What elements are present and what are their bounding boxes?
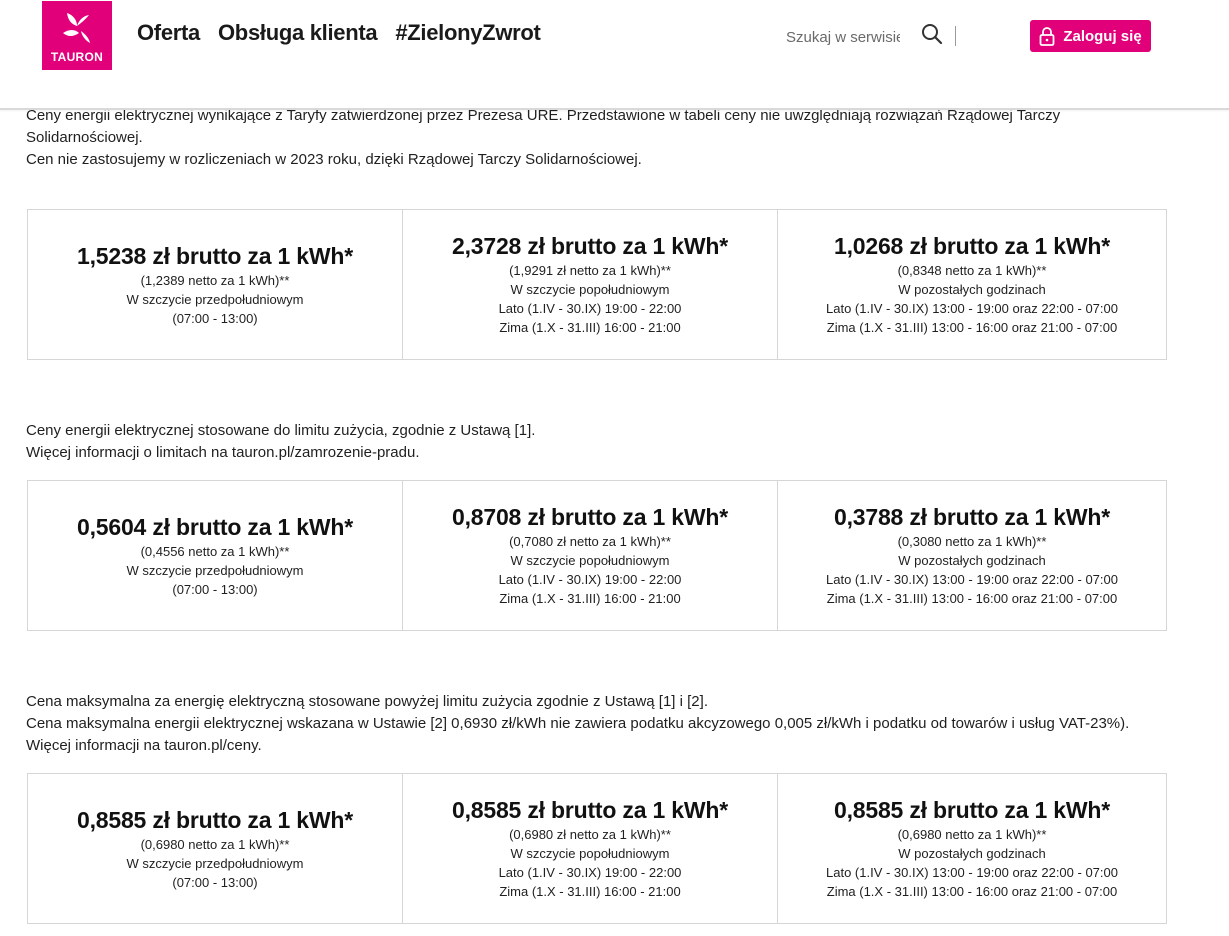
price-net: (0,7080 zł netto za 1 kWh)** — [509, 534, 671, 549]
price-value: 1,0268 zł brutto za 1 kWh* — [834, 233, 1110, 259]
price-period: W szczycie popołudniowym — [510, 553, 670, 568]
search-icon[interactable] — [921, 23, 943, 45]
logo-text: TAURON — [50, 50, 104, 64]
login-button[interactable]: Zaloguj się — [1030, 20, 1151, 52]
price-winter-hours: Zima (1.X - 31.III) 16:00 - 21:00 — [499, 884, 681, 899]
price-value: 0,8585 zł brutto za 1 kWh* — [834, 797, 1110, 823]
price-period: W pozostałych godzinach — [898, 846, 1046, 861]
price-value: 0,3788 zł brutto za 1 kWh* — [834, 504, 1110, 530]
price-table-1: 1,5238 zł brutto za 1 kWh* (1,2389 netto… — [27, 209, 1167, 360]
price-cell: 0,8585 zł brutto za 1 kWh* (0,6980 netto… — [778, 774, 1166, 923]
price-net: (0,6980 netto za 1 kWh)** — [897, 827, 1047, 842]
price-net: (0,8348 netto za 1 kWh)** — [897, 263, 1047, 278]
price-cell: 0,8585 zł brutto za 1 kWh* (0,6980 netto… — [28, 774, 403, 923]
login-label: Zaloguj się — [1063, 27, 1142, 45]
price-cell: 2,3728 zł brutto za 1 kWh* (1,9291 zł ne… — [403, 210, 778, 359]
price-table-3: 0,8585 zł brutto za 1 kWh* (0,6980 netto… — [27, 773, 1167, 924]
price-net: (0,6980 zł netto za 1 kWh)** — [509, 827, 671, 842]
price-period: W szczycie popołudniowym — [510, 282, 670, 297]
price-winter-hours: Zima (1.X - 31.III) 16:00 - 21:00 — [499, 591, 681, 606]
price-table-2: 0,5604 zł brutto za 1 kWh* (0,4556 netto… — [27, 480, 1167, 631]
price-net: (0,4556 netto za 1 kWh)** — [140, 543, 290, 559]
section-2-text-2: Więcej informacji o limitach na tauron.p… — [26, 444, 420, 461]
price-net: (0,3080 netto za 1 kWh)** — [897, 534, 1047, 549]
price-summer-hours: Lato (1.IV - 30.IX) 19:00 - 22:00 — [498, 865, 682, 880]
tauron-logo-icon — [63, 13, 90, 43]
price-net: (1,2389 netto za 1 kWh)** — [140, 272, 290, 288]
price-period: W pozostałych godzinach — [898, 282, 1046, 297]
price-cell: 1,5238 zł brutto za 1 kWh* (1,2389 netto… — [28, 210, 403, 359]
price-hours: (07:00 - 13:00) — [172, 581, 258, 597]
section-2-text-1: Ceny energii elektrycznej stosowane do l… — [26, 422, 536, 439]
price-period: W szczycie popołudniowym — [510, 846, 670, 861]
price-period: W szczycie przedpołudniowym — [126, 562, 304, 578]
price-value: 2,3728 zł brutto za 1 kWh* — [452, 233, 728, 259]
section-3-text-3: Więcej informacji na tauron.pl/ceny. — [26, 737, 262, 754]
section-3-description: Cena maksymalna za energię elektryczną s… — [26, 691, 1166, 757]
price-hours: (07:00 - 13:00) — [172, 310, 258, 326]
price-summer-hours: Lato (1.IV - 30.IX) 13:00 - 19:00 oraz 2… — [826, 865, 1118, 880]
price-summer-hours: Lato (1.IV - 30.IX) 19:00 - 22:00 — [498, 301, 682, 316]
price-summer-hours: Lato (1.IV - 30.IX) 19:00 - 22:00 — [498, 572, 682, 587]
price-period: W szczycie przedpołudniowym — [126, 855, 304, 871]
tauron-logo[interactable]: TAURON — [42, 1, 112, 70]
price-value: 1,5238 zł brutto za 1 kWh* — [77, 242, 353, 269]
price-winter-hours: Zima (1.X - 31.III) 16:00 - 21:00 — [499, 320, 681, 335]
nav-zielony-zwrot[interactable]: #ZielonyZwrot — [395, 20, 541, 46]
site-header: TAURON Oferta Obsługa klienta #ZielonyZw… — [0, 0, 1229, 110]
nav-oferta[interactable]: Oferta — [137, 20, 200, 46]
price-winter-hours: Zima (1.X - 31.III) 13:00 - 16:00 oraz 2… — [826, 591, 1118, 606]
price-period: W pozostałych godzinach — [898, 553, 1046, 568]
section-3-text-2: Cena maksymalna energii elektrycznej wsk… — [26, 715, 1130, 732]
price-cell: 0,5604 zł brutto za 1 kWh* (0,4556 netto… — [28, 481, 403, 630]
section-2-description: Ceny energii elektrycznej stosowane do l… — [26, 420, 1166, 464]
price-summer-hours: Lato (1.IV - 30.IX) 13:00 - 19:00 oraz 2… — [826, 301, 1118, 316]
price-net: (0,6980 netto za 1 kWh)** — [140, 836, 290, 852]
section-3-text-1: Cena maksymalna za energię elektryczną s… — [26, 693, 708, 710]
search-input[interactable] — [786, 24, 900, 50]
price-summer-hours: Lato (1.IV - 30.IX) 13:00 - 19:00 oraz 2… — [826, 572, 1118, 587]
price-cell: 0,8585 zł brutto za 1 kWh* (0,6980 zł ne… — [403, 774, 778, 923]
main-nav: Oferta Obsługa klienta #ZielonyZwrot — [137, 20, 541, 46]
section-1-text-1: Ceny energii elektrycznej wynikające z T… — [26, 107, 1061, 146]
price-period: W szczycie przedpołudniowym — [126, 291, 304, 307]
lock-icon — [1039, 27, 1055, 46]
price-hours: (07:00 - 13:00) — [172, 874, 258, 890]
price-value: 0,5604 zł brutto za 1 kWh* — [77, 513, 353, 540]
price-value: 0,8708 zł brutto za 1 kWh* — [452, 504, 728, 530]
price-value: 0,8585 zł brutto za 1 kWh* — [452, 797, 728, 823]
price-cell: 1,0268 zł brutto za 1 kWh* (0,8348 netto… — [778, 210, 1166, 359]
section-1-text-2: Cen nie zastosujemy w rozliczeniach w 20… — [26, 151, 642, 168]
nav-obsluga-klienta[interactable]: Obsługa klienta — [218, 20, 378, 46]
price-cell: 0,3788 zł brutto za 1 kWh* (0,3080 netto… — [778, 481, 1166, 630]
price-net: (1,9291 zł netto za 1 kWh)** — [509, 263, 671, 278]
price-winter-hours: Zima (1.X - 31.III) 13:00 - 16:00 oraz 2… — [826, 884, 1118, 899]
price-value: 0,8585 zł brutto za 1 kWh* — [77, 806, 353, 833]
section-1-description: Ceny energii elektrycznej wynikające z T… — [26, 105, 1166, 171]
price-winter-hours: Zima (1.X - 31.III) 13:00 - 16:00 oraz 2… — [826, 320, 1118, 335]
price-cell: 0,8708 zł brutto za 1 kWh* (0,7080 zł ne… — [403, 481, 778, 630]
header-divider — [955, 26, 956, 46]
